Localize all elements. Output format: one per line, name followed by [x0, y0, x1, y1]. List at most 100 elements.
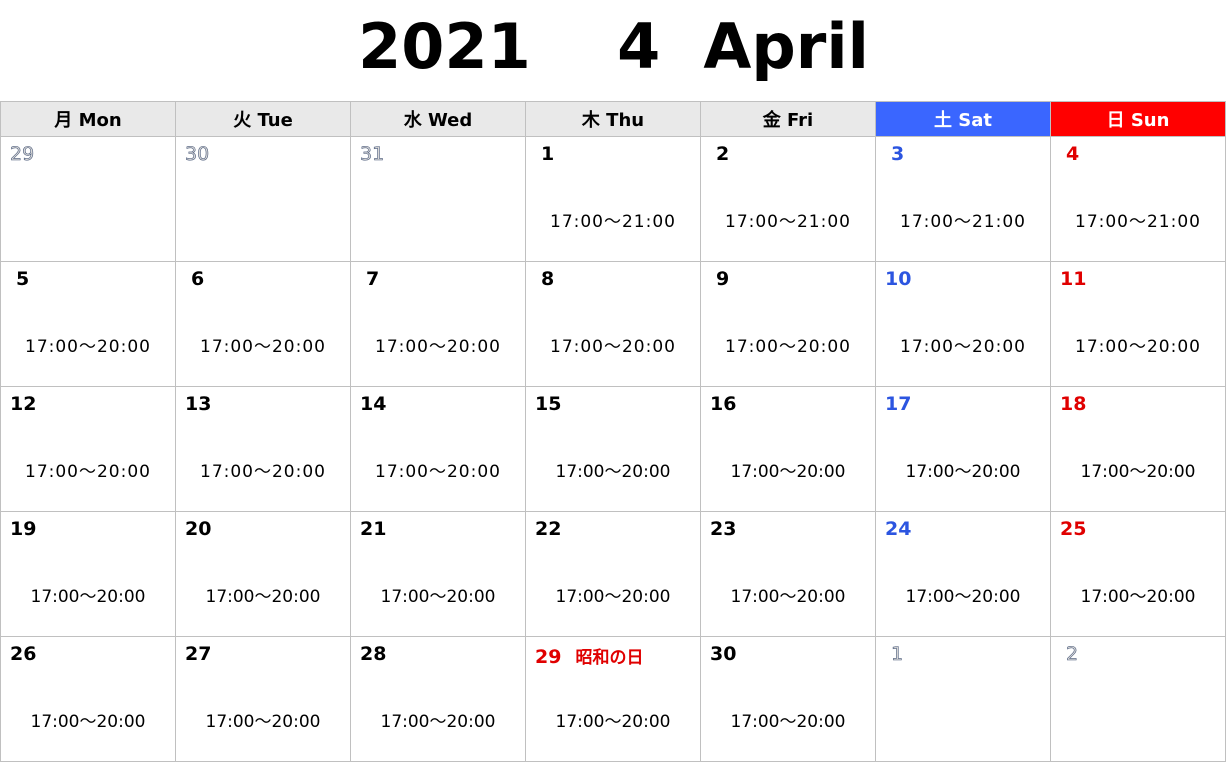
day-number: 31	[360, 143, 385, 166]
week-row: 5 17:00～20:00 6 17:00～20:00 7 17:00～20:00 8 17:…	[0, 261, 1226, 387]
day-cell[interactable]: 18 17:00～20:00	[1050, 386, 1226, 512]
day-number: 24	[885, 518, 911, 540]
hours-text: 17:00～20:00	[725, 337, 851, 357]
day-number-text: 5	[16, 268, 30, 290]
day-number: 18	[1060, 393, 1086, 415]
day-number-text: 20	[185, 518, 212, 540]
day-number-text: 30	[185, 143, 210, 166]
hours-text: 17:00～20:00	[205, 587, 321, 607]
day-cell[interactable]: 2 17:00～21:00	[700, 136, 876, 262]
day-cell[interactable]: 16 17:00～20:00	[700, 386, 876, 512]
week-row: 29 30 31 1 17:00～21:00 2 17:00～21:00 3 17:00～21:…	[0, 136, 1226, 262]
day-cell[interactable]: 30	[175, 136, 351, 262]
hours-text: 17:00～20:00	[730, 712, 846, 732]
day-number-text: 22	[535, 518, 562, 540]
hours-text: 17:00～21:00	[725, 212, 851, 232]
day-cell[interactable]: 24 17:00～20:00	[875, 511, 1051, 637]
weekday-header-fri: 金 Fri	[700, 101, 876, 137]
day-cell[interactable]: 10 17:00～20:00	[875, 261, 1051, 387]
day-number: 16	[710, 393, 736, 415]
hours-text: 17:00～20:00	[900, 337, 1026, 357]
day-number-text: 4	[1066, 143, 1080, 165]
day-cell[interactable]: 29	[0, 136, 176, 262]
day-cell[interactable]: 26 17:00～20:00	[0, 636, 176, 762]
day-cell[interactable]: 30 17:00～20:00	[700, 636, 876, 762]
weekday-header-wed: 水 Wed	[350, 101, 526, 137]
day-cell[interactable]: 19 17:00～20:00	[0, 511, 176, 637]
day-cell[interactable]: 27 17:00～20:00	[175, 636, 351, 762]
day-cell[interactable]: 29 昭和の日 17:00～20:00	[525, 636, 701, 762]
day-number-text: 3	[891, 143, 905, 165]
day-cell[interactable]: 25 17:00～20:00	[1050, 511, 1226, 637]
day-number: 19	[10, 518, 36, 540]
day-cell[interactable]: 28 17:00～20:00	[350, 636, 526, 762]
day-number-text: 29	[535, 646, 562, 668]
hours-text: 17:00～20:00	[205, 712, 321, 732]
holiday-label: 昭和の日	[575, 648, 644, 668]
hours-text: 17:00～20:00	[905, 462, 1021, 482]
hours-text: 17:00～20:00	[200, 462, 326, 482]
day-cell[interactable]: 8 17:00～20:00	[525, 261, 701, 387]
day-number: 21	[360, 518, 386, 540]
day-number-text: 16	[710, 393, 737, 415]
day-cell[interactable]: 20 17:00～20:00	[175, 511, 351, 637]
day-cell[interactable]: 2	[1050, 636, 1226, 762]
day-number-text: 1	[891, 643, 904, 666]
day-number-text: 29	[10, 143, 35, 166]
hours-text: 17:00～20:00	[30, 712, 146, 732]
day-cell[interactable]: 17 17:00～20:00	[875, 386, 1051, 512]
hours-text: 17:00～20:00	[555, 587, 671, 607]
day-number-text: 12	[10, 393, 37, 415]
day-number-text: 19	[10, 518, 37, 540]
day-number: 13	[185, 393, 211, 415]
hours-text: 17:00～21:00	[1075, 212, 1201, 232]
day-number: 28	[360, 643, 386, 665]
day-cell[interactable]: 9 17:00～20:00	[700, 261, 876, 387]
day-number-text: 11	[1060, 268, 1087, 290]
day-number: 2	[716, 143, 729, 165]
day-cell[interactable]: 6 17:00～20:00	[175, 261, 351, 387]
day-number-text: 2	[716, 143, 730, 165]
day-number-text: 7	[366, 268, 380, 290]
day-number: 14	[360, 393, 386, 415]
day-number-text: 1	[541, 143, 555, 165]
day-cell[interactable]: 1 17:00～21:00	[525, 136, 701, 262]
day-cell[interactable]: 15 17:00～20:00	[525, 386, 701, 512]
day-cell[interactable]: 12 17:00～20:00	[0, 386, 176, 512]
day-cell[interactable]: 13 17:00～20:00	[175, 386, 351, 512]
day-number-text: 30	[710, 643, 737, 665]
day-number-text: 26	[10, 643, 37, 665]
day-number-text: 2	[1066, 643, 1079, 666]
hours-text: 17:00～20:00	[730, 462, 846, 482]
day-number: 1	[541, 143, 554, 165]
day-number: 4	[1066, 143, 1079, 165]
day-cell[interactable]: 11 17:00～20:00	[1050, 261, 1226, 387]
week-row: 12 17:00～20:00 13 17:00～20:00 14 17:00～20:00 1…	[0, 386, 1226, 512]
day-cell[interactable]: 1	[875, 636, 1051, 762]
hours-text: 17:00～20:00	[1075, 337, 1201, 357]
day-number: 27	[185, 643, 211, 665]
day-cell[interactable]: 14 17:00～20:00	[350, 386, 526, 512]
day-cell[interactable]: 21 17:00～20:00	[350, 511, 526, 637]
calendar-title: 2021 4 April	[358, 10, 869, 83]
day-number: 26	[10, 643, 36, 665]
day-cell[interactable]: 31	[350, 136, 526, 262]
day-cell[interactable]: 23 17:00～20:00	[700, 511, 876, 637]
weekday-header-mon: 月 Mon	[0, 101, 176, 137]
day-number: 25	[1060, 518, 1086, 540]
day-cell[interactable]: 5 17:00～20:00	[0, 261, 176, 387]
day-number-text: 18	[1060, 393, 1087, 415]
day-number-text: 17	[885, 393, 912, 415]
day-number: 5	[16, 268, 29, 290]
day-cell[interactable]: 4 17:00～21:00	[1050, 136, 1226, 262]
hours-text: 17:00～20:00	[200, 337, 326, 357]
day-number-text: 31	[360, 143, 385, 166]
day-number: 17	[885, 393, 911, 415]
day-cell[interactable]: 3 17:00～21:00	[875, 136, 1051, 262]
day-number: 22	[535, 518, 561, 540]
day-cell[interactable]: 7 17:00～20:00	[350, 261, 526, 387]
hours-text: 17:00～21:00	[900, 212, 1026, 232]
day-cell[interactable]: 22 17:00～20:00	[525, 511, 701, 637]
day-number: 8	[541, 268, 554, 290]
hours-text: 17:00～20:00	[375, 337, 501, 357]
